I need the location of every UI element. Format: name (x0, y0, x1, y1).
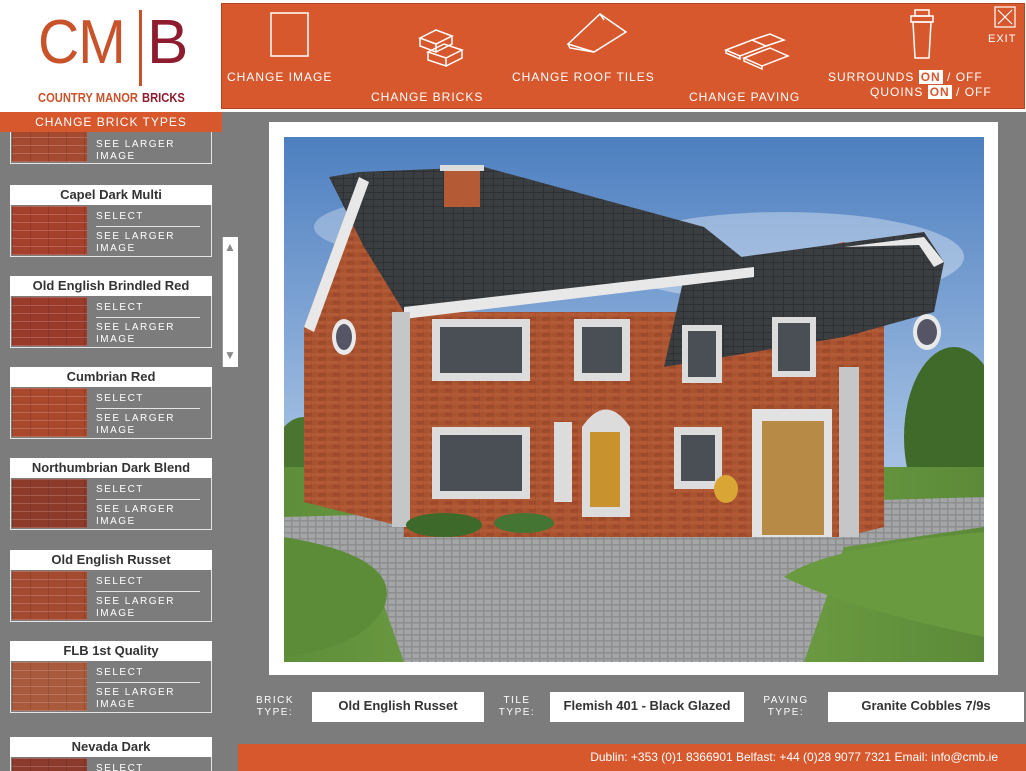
brick-swatch[interactable] (12, 388, 87, 437)
brick-swatch[interactable] (12, 206, 87, 255)
separator (96, 499, 200, 500)
brick-name: Nevada Dark (10, 737, 212, 757)
brick-swatch[interactable] (12, 571, 87, 620)
select-button[interactable]: SELECT (96, 211, 144, 222)
change-image-icon[interactable] (270, 12, 310, 58)
logo-subtitle-bricks: BRICKS (142, 90, 185, 105)
select-button[interactable]: SELECT (96, 667, 144, 678)
change-bricks-button[interactable]: CHANGE BRICKS (371, 90, 483, 104)
brick-list-panel: CHANGE BRICK TYPES SEE LARGER IMAGE Cape… (0, 112, 222, 771)
brick-card: Old English Brindled Red SELECT SEE LARGER… (10, 276, 212, 348)
scroll-up-icon[interactable]: ▲ (224, 241, 236, 253)
separator (96, 408, 200, 409)
see-larger-image-link[interactable]: SEE LARGER IMAGE (96, 596, 196, 620)
brick-name: Capel Dark Multi (10, 185, 212, 205)
brick-card: Old English Russet SELECT SEE LARGER IMAGE (10, 550, 212, 622)
roof-tiles-icon[interactable] (564, 10, 630, 54)
brick-name: Northumbrian Dark Blend (10, 458, 212, 478)
select-button[interactable]: SELECT (96, 484, 144, 495)
change-image-button[interactable]: CHANGE IMAGE (227, 70, 332, 84)
quoins-toggle: QUOINS ON / OFF (870, 85, 992, 99)
select-button[interactable]: SELECT (96, 576, 144, 587)
brick-swatch[interactable] (12, 662, 87, 711)
see-larger-image-link[interactable]: SEE LARGER IMAGE (96, 413, 196, 437)
separator (96, 591, 200, 592)
paving-icon[interactable] (722, 32, 792, 72)
brick-name: Old English Brindled Red (10, 276, 212, 296)
quoins-label: QUOINS (870, 85, 924, 99)
logo-cm: CM (38, 8, 126, 77)
brick-swatch[interactable] (12, 479, 87, 528)
pillar-icon (910, 9, 934, 59)
brick-swatch[interactable] (12, 132, 87, 162)
logo-divider (139, 10, 142, 86)
change-paving-button[interactable]: CHANGE PAVING (689, 90, 800, 104)
separator (96, 682, 200, 683)
quoins-on[interactable]: ON (927, 85, 952, 99)
tile-type-label: TILE TYPE: (498, 695, 536, 718)
see-larger-image-link[interactable]: SEE LARGER IMAGE (96, 139, 196, 163)
paving-type-label: PAVING TYPE: (763, 695, 809, 718)
see-larger-image-link[interactable]: SEE LARGER IMAGE (96, 322, 196, 346)
select-button[interactable]: SELECT (96, 302, 144, 313)
surrounds-off[interactable]: / OFF (947, 70, 983, 84)
brick-type-label: BRICK TYPE: (255, 695, 295, 718)
brick-name: Old English Russet (10, 550, 212, 570)
surrounds-on[interactable]: ON (918, 70, 943, 84)
brick-card: Northumbrian Dark Blend SELECT SEE LARGER … (10, 458, 212, 530)
house-preview-image (284, 137, 984, 662)
brick-card: Cumbrian Red SELECT SEE LARGER IMAGE (10, 367, 212, 439)
brick-name: Cumbrian Red (10, 367, 212, 387)
exit-icon[interactable] (994, 6, 1016, 28)
quoins-off[interactable]: / OFF (956, 85, 992, 99)
see-larger-image-link[interactable]: SEE LARGER IMAGE (96, 504, 196, 528)
brick-type-value: Old English Russet (312, 692, 484, 722)
brand-logo: CM B COUNTRY MANOR BRICKS (0, 0, 222, 112)
brick-card: Nevada DarkSELECTSEE LARGER IMAGE (10, 737, 212, 771)
logo-subtitle-country-manor: COUNTRY MANOR (38, 90, 139, 105)
separator (96, 317, 200, 318)
scroll-down-icon[interactable]: ▼ (224, 349, 236, 361)
brick-card: FLB 1st Quality SELECT SEE LARGER IMAGE (10, 641, 212, 713)
brick-card-partial: SEE LARGER IMAGE (10, 132, 212, 164)
contact-footer: Dublin: +353 (0)1 8366901 Belfast: +44 (… (238, 744, 1026, 771)
exit-button[interactable]: EXIT (988, 33, 1016, 45)
separator (96, 226, 200, 227)
brick-list-scrollbar[interactable]: ▲ ▼ (222, 112, 238, 771)
surrounds-label: SURROUNDS (828, 70, 915, 84)
top-toolbar: CHANGE IMAGE CHANGE BRICKS CHANGE ROOF T… (221, 3, 1025, 109)
change-brick-types-header: CHANGE BRICK TYPES (0, 112, 222, 132)
paving-type-value: Granite Cobbles 7/9s (828, 692, 1024, 722)
brick-card: Capel Dark Multi SELECT SEE LARGER IMAGE (10, 185, 212, 257)
brick-swatch[interactable] (12, 758, 87, 771)
select-button[interactable]: SELECT (96, 763, 144, 771)
brick-name: FLB 1st Quality (10, 641, 212, 661)
surrounds-toggle: SURROUNDS ON / OFF (828, 70, 983, 84)
bricks-icon[interactable] (414, 24, 470, 76)
change-roof-tiles-button[interactable]: CHANGE ROOF TILES (512, 70, 655, 84)
brick-swatch[interactable] (12, 297, 87, 346)
tile-type-value: Flemish 401 - Black Glazed (550, 692, 744, 722)
logo-b: B (147, 8, 189, 77)
select-button[interactable]: SELECT (96, 393, 144, 404)
see-larger-image-link[interactable]: SEE LARGER IMAGE (96, 687, 196, 711)
see-larger-image-link[interactable]: SEE LARGER IMAGE (96, 231, 196, 255)
